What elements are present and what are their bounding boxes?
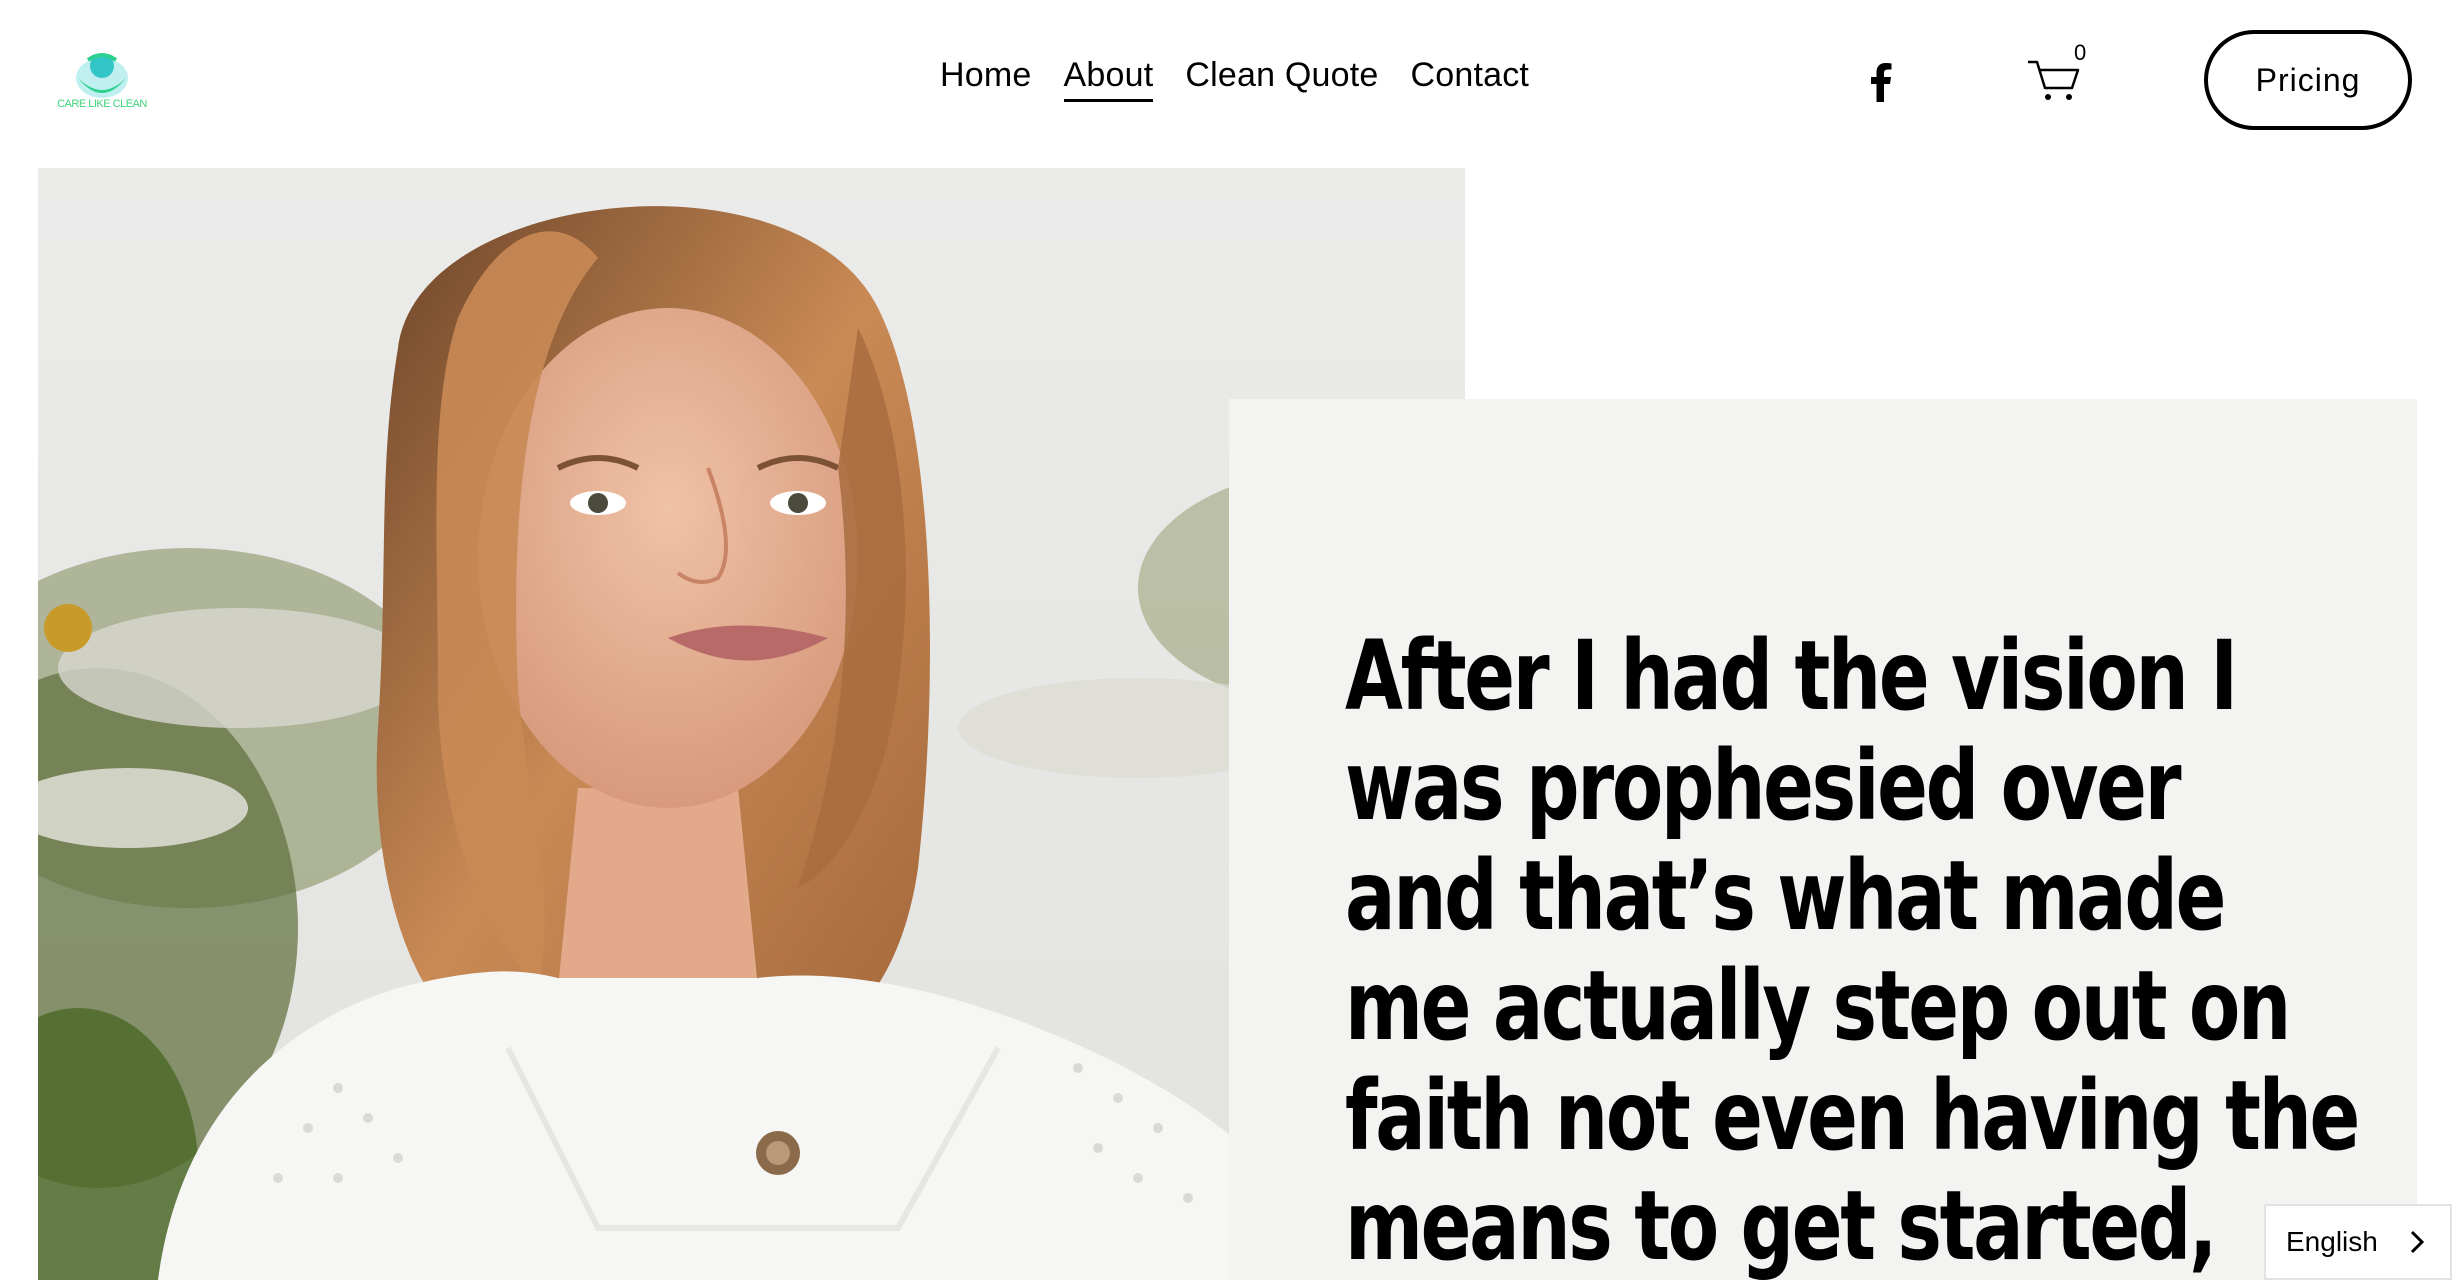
about-quote: After I had the vision I was prophesied … xyxy=(1345,620,2360,1282)
logo-text: CARE LIKE CLEAN xyxy=(57,98,147,110)
nav-clean-quote[interactable]: Clean Quote xyxy=(1185,56,1378,102)
nav-home[interactable]: Home xyxy=(940,56,1032,102)
main-nav: Home About Clean Quote Contact xyxy=(940,56,1529,102)
language-selector[interactable]: English xyxy=(2264,1204,2452,1280)
site-logo[interactable]: CARE LIKE CLEAN xyxy=(52,48,152,118)
cart-count: 0 xyxy=(2074,40,2087,65)
site-header: CARE LIKE CLEAN Home About Clean Quote C… xyxy=(0,0,2464,168)
logo-icon xyxy=(76,53,128,98)
language-label: English xyxy=(2286,1226,2378,1257)
nav-contact[interactable]: Contact xyxy=(1410,56,1529,102)
nav-about[interactable]: About xyxy=(1063,56,1154,102)
facebook-icon[interactable] xyxy=(1864,60,1896,102)
pricing-button[interactable]: Pricing xyxy=(2204,30,2412,130)
chevron-right-icon xyxy=(2410,1230,2425,1254)
quote-card: After I had the vision I was prophesied … xyxy=(1229,399,2417,1282)
